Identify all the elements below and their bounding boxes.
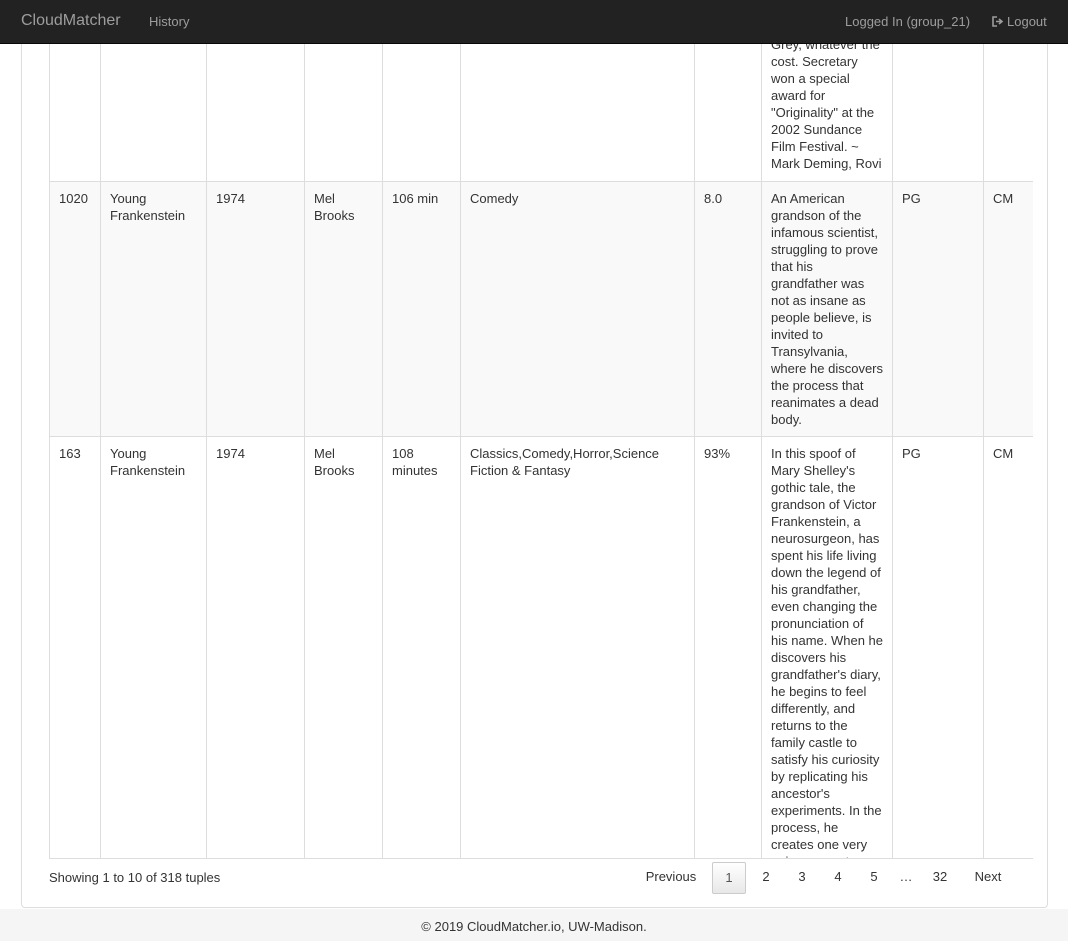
- pagination-page-1[interactable]: 1: [712, 862, 746, 894]
- cell-duration: 106 min: [382, 181, 461, 437]
- cell-id: 1020: [49, 181, 101, 437]
- cell-year: 1974: [206, 436, 305, 858]
- cell-description: An American grandson of the infamous sci…: [761, 181, 893, 437]
- cell-source: CM: [983, 436, 1033, 858]
- pagination-previous[interactable]: Previous: [634, 862, 708, 892]
- brand-link[interactable]: CloudMatcher: [21, 12, 121, 30]
- cell-genre: Classics,Comedy,Horror,Science Fiction &…: [460, 436, 695, 858]
- tuples-table-container[interactable]: her position with Grey, whatever the cos…: [49, 0, 1033, 859]
- results-panel: her position with Grey, whatever the cos…: [21, 0, 1048, 908]
- table-row: 163 Young Frankenstein 1974 Mel Brooks 1…: [49, 436, 1033, 858]
- pagination-page-5[interactable]: 5: [858, 862, 890, 892]
- cell-mpaa: PG: [892, 436, 984, 858]
- logout-label: Logout: [1007, 14, 1047, 29]
- table-info: Showing 1 to 10 of 318 tuples: [49, 870, 221, 885]
- cell-director: Mel Brooks: [304, 436, 383, 858]
- cell-year: 1974: [206, 181, 305, 437]
- nav-history-link[interactable]: History: [149, 14, 189, 29]
- pagination-page-3[interactable]: 3: [786, 862, 818, 892]
- site-footer: © 2019 CloudMatcher.io, UW-Madison.: [0, 909, 1068, 941]
- logout-icon: [992, 16, 1004, 27]
- cell-rating: 8.0: [694, 181, 762, 437]
- cell-genre: Comedy: [460, 181, 695, 437]
- logged-in-user: Logged In (group_21): [845, 14, 971, 29]
- pagination-next[interactable]: Next: [960, 862, 1016, 892]
- pagination-ellipsis: …: [899, 869, 913, 884]
- cell-director: Mel Brooks: [304, 181, 383, 437]
- cell-id: 163: [49, 436, 101, 858]
- cell-rating: 93%: [694, 436, 762, 858]
- cell-mpaa: PG: [892, 181, 984, 437]
- logout-link[interactable]: Logout: [992, 14, 1047, 29]
- pagination-page-4[interactable]: 4: [822, 862, 854, 892]
- cell-description: In this spoof of Mary Shelley's gothic t…: [761, 436, 893, 858]
- tuples-table: her position with Grey, whatever the cos…: [49, 0, 1033, 858]
- cell-title: Young Frankenstein: [100, 181, 207, 437]
- cell-title: Young Frankenstein: [100, 436, 207, 858]
- cell-duration: 108 minutes: [382, 436, 461, 858]
- pagination-page-32[interactable]: 32: [922, 862, 958, 892]
- cell-source: CM: [983, 181, 1033, 437]
- top-navbar: CloudMatcher History Logged In (group_21…: [0, 0, 1068, 44]
- table-row: 1020 Young Frankenstein 1974 Mel Brooks …: [49, 181, 1033, 437]
- pagination-page-2[interactable]: 2: [750, 862, 782, 892]
